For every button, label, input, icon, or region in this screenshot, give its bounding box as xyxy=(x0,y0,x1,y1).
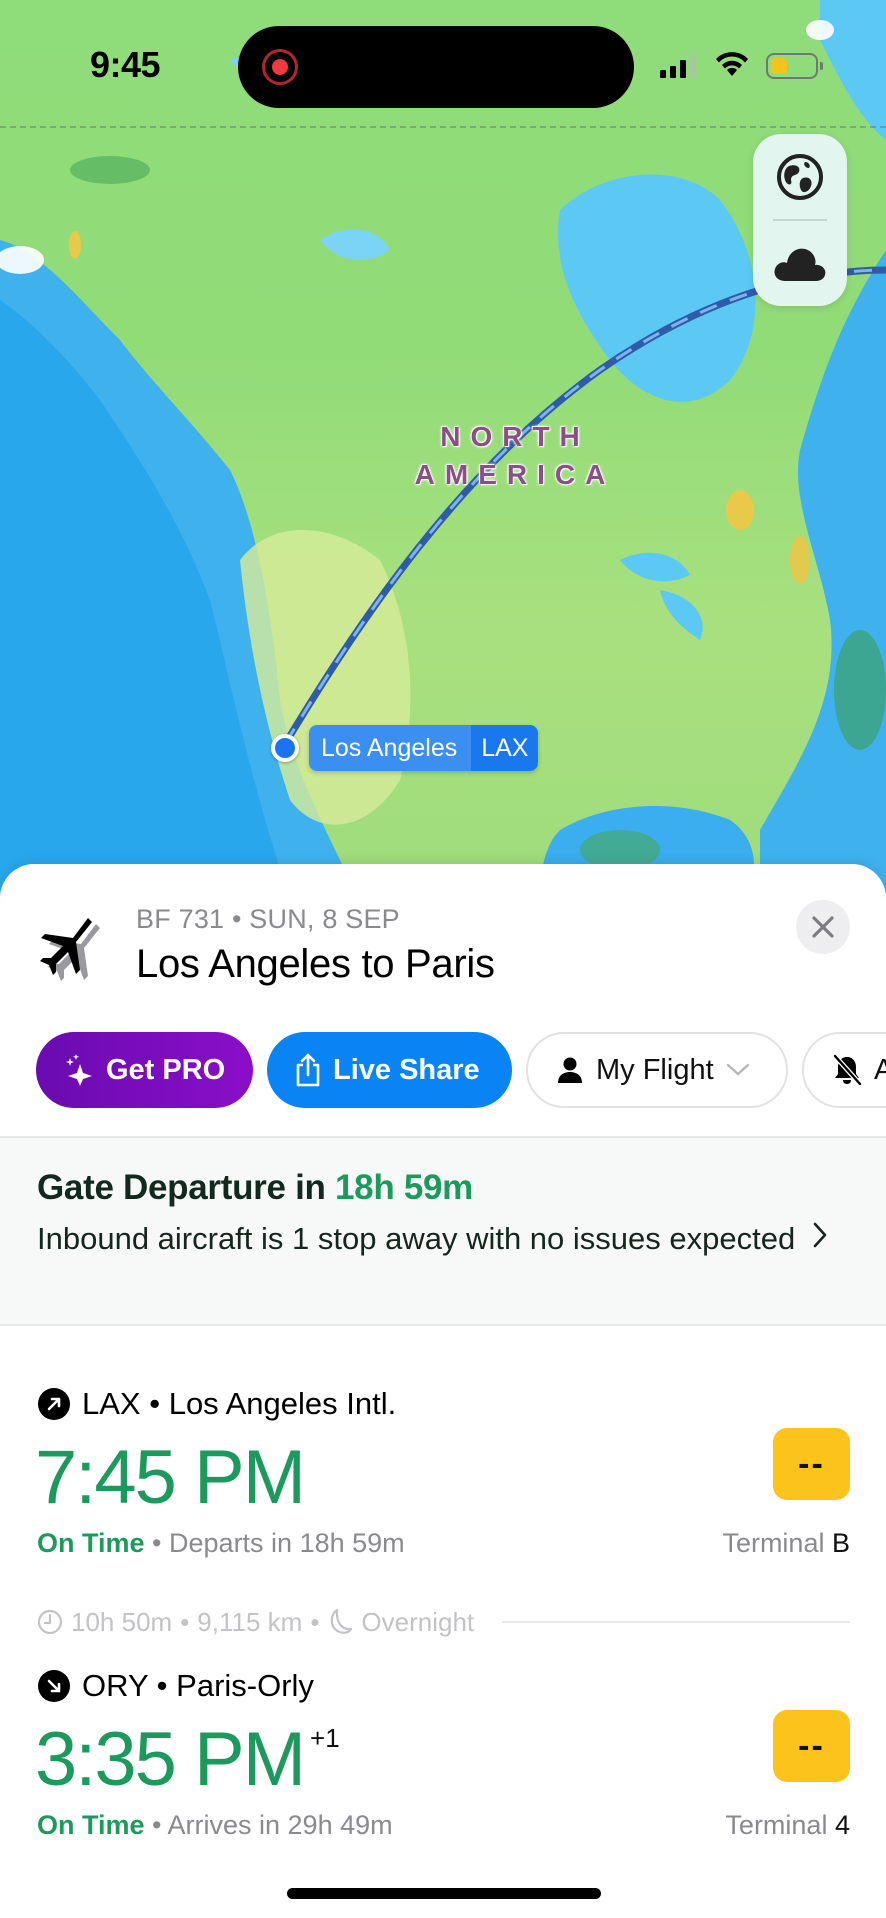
moon-icon xyxy=(331,1608,353,1634)
gate-departure-countdown: 18h 59m xyxy=(335,1168,474,1207)
departure-status: On Time • Departs in 18h 59m xyxy=(37,1528,405,1558)
departure-countdown: Departs in 18h 59m xyxy=(169,1528,405,1558)
origin-airport-marker[interactable] xyxy=(271,734,299,762)
wifi-icon xyxy=(716,52,748,76)
continent-label-line2: AMERICA xyxy=(414,459,616,490)
arrival-gate-badge[interactable]: -- xyxy=(773,1710,850,1782)
arrival-terminal: Terminal 4 xyxy=(725,1810,850,1841)
gate-departure-prefix: Gate Departure in xyxy=(37,1168,336,1207)
departure-terminal: Terminal B xyxy=(722,1528,850,1559)
chevron-right-icon xyxy=(813,1222,827,1248)
inbound-aircraft-text: Inbound aircraft is 1 stop away with no … xyxy=(37,1221,796,1256)
get-pro-label: Get PRO xyxy=(106,1053,226,1086)
share-icon xyxy=(296,1053,320,1087)
globe-icon xyxy=(777,154,823,200)
status-time: 9:45 xyxy=(90,44,161,85)
battery-icon xyxy=(766,53,823,79)
action-buttons-row[interactable]: Get PRO Live Share My Flight A xyxy=(0,1032,886,1112)
get-pro-button[interactable]: Get PRO xyxy=(36,1032,253,1108)
arrival-on-time: On Time xyxy=(37,1810,145,1840)
departure-airport-code: LAX xyxy=(82,1386,141,1421)
sparkles-icon xyxy=(66,1054,92,1086)
continent-label-line1: NORTH xyxy=(440,421,590,452)
departure-time: 7:45 PM xyxy=(35,1435,306,1520)
separator: • xyxy=(140,1386,169,1421)
continent-label: NORTH AMERICA xyxy=(410,418,620,494)
arrival-airport[interactable]: ORY • Paris-Orly xyxy=(38,1668,314,1704)
cloud-icon xyxy=(774,248,826,281)
arrival-airport-name: Paris-Orly xyxy=(176,1668,314,1703)
arrival-time: 3:35 PM +1 xyxy=(35,1716,340,1803)
arrival-countdown: Arrives in 29h 49m xyxy=(167,1810,393,1840)
live-share-label: Live Share xyxy=(333,1053,480,1086)
my-flight-label: My Flight xyxy=(596,1053,714,1086)
arrival-status: On Time • Arrives in 29h 49m xyxy=(37,1810,393,1840)
flight-number-date: BF 731 • SUN, 8 SEP xyxy=(136,904,400,934)
terminal-value: B xyxy=(831,1528,850,1558)
gate-departure-banner[interactable]: Gate Departure in 18h 59m Inbound aircra… xyxy=(0,1136,886,1326)
origin-city: Los Angeles xyxy=(309,725,472,771)
origin-code: LAX xyxy=(471,725,539,771)
flight-details-sheet: BF 731 • SUN, 8 SEP Los Angeles to Paris… xyxy=(0,864,886,1918)
arrival-time-value: 3:35 PM xyxy=(35,1717,306,1802)
terminal-label: Terminal xyxy=(725,1810,828,1840)
separator: • xyxy=(148,1668,177,1703)
origin-airport-label[interactable]: Los Angeles LAX xyxy=(309,725,539,771)
screen-recording-icon xyxy=(262,49,298,85)
duration-divider xyxy=(502,1621,850,1623)
departure-airport-name: Los Angeles Intl. xyxy=(168,1386,397,1421)
flight-route-title: Los Angeles to Paris xyxy=(136,942,495,986)
alerts-button[interactable]: Alerts xyxy=(802,1032,886,1108)
person-icon xyxy=(558,1057,582,1083)
my-flight-dropdown[interactable]: My Flight xyxy=(526,1032,788,1108)
weather-layer-button[interactable] xyxy=(753,220,847,306)
departure-gate-badge[interactable]: -- xyxy=(773,1428,850,1500)
departure-arrow-icon xyxy=(38,1388,70,1420)
airplane-icon xyxy=(40,918,100,981)
departure-airport[interactable]: LAX • Los Angeles Intl. xyxy=(38,1386,396,1422)
flight-duration: 10h 50m xyxy=(71,1606,173,1637)
gate-departure-title: Gate Departure in 18h 59m xyxy=(37,1168,473,1208)
departure-on-time: On Time xyxy=(37,1528,145,1558)
flight-distance: 9,115 km xyxy=(197,1606,303,1637)
close-button[interactable] xyxy=(796,900,850,954)
map-boundary-line xyxy=(0,126,886,128)
map-controls xyxy=(753,134,847,306)
overnight-label: Overnight xyxy=(361,1606,475,1637)
bell-slash-icon xyxy=(833,1054,862,1086)
terminal-label: Terminal xyxy=(722,1528,825,1558)
arrival-day-offset: +1 xyxy=(310,1723,340,1753)
alerts-label: Alerts xyxy=(874,1053,886,1086)
cellular-signal-icon xyxy=(660,54,696,78)
status-bar: 9:45 xyxy=(0,0,886,120)
inbound-aircraft-status: Inbound aircraft is 1 stop away with no … xyxy=(37,1216,837,1261)
arrival-airport-code: ORY xyxy=(82,1668,149,1703)
flight-duration-row: 10h 50m • 9,115 km • Overnight xyxy=(37,1602,850,1642)
globe-view-button[interactable] xyxy=(753,134,847,220)
terminal-value: 4 xyxy=(834,1810,850,1840)
live-share-button[interactable]: Live Share xyxy=(267,1032,512,1108)
home-indicator[interactable] xyxy=(287,1888,601,1899)
flight-map[interactable]: 9:45 NORTH AMERICA Los Angeles LAX xyxy=(0,0,886,900)
arrival-arrow-icon xyxy=(38,1670,70,1702)
dynamic-island xyxy=(238,26,634,108)
close-icon xyxy=(812,916,834,938)
chevron-down-icon xyxy=(726,1063,749,1076)
clock-icon xyxy=(37,1609,63,1635)
flight-header: BF 731 • SUN, 8 SEP Los Angeles to Paris xyxy=(0,864,886,994)
